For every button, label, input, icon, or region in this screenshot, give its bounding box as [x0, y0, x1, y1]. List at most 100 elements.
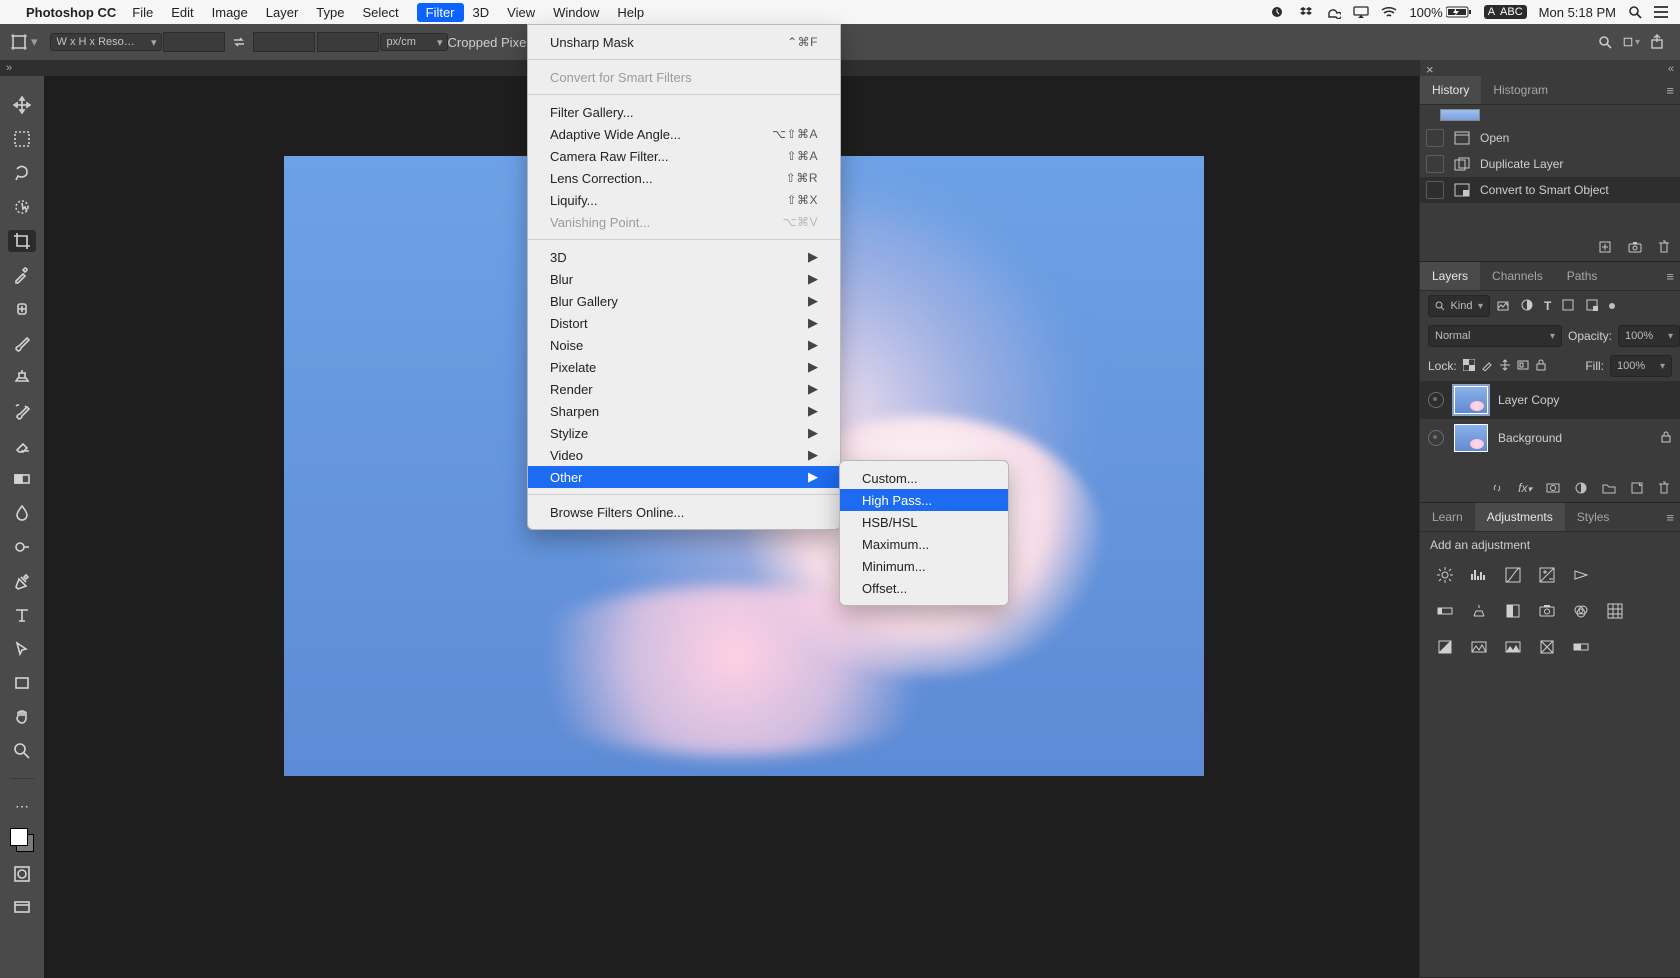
crop-resolution-field[interactable] — [317, 32, 379, 52]
layer-name[interactable]: Background — [1498, 431, 1562, 445]
menu-window[interactable]: Window — [553, 5, 599, 20]
adj-hue-icon[interactable] — [1436, 602, 1456, 622]
adj-exposure-icon[interactable] — [1538, 566, 1558, 586]
history-source-thumb[interactable] — [1440, 109, 1480, 121]
layer-visibility-icon[interactable] — [1428, 392, 1444, 408]
menu-file[interactable]: File — [132, 5, 153, 20]
history-item-open[interactable]: Open — [1420, 125, 1680, 151]
menu-edit[interactable]: Edit — [171, 5, 193, 20]
submenu-maximum[interactable]: Maximum... — [840, 533, 1008, 555]
crop-preset-dropdown[interactable]: W x H x Reso… — [50, 33, 162, 51]
filter-item-liquify[interactable]: Liquify...⇧⌘X — [528, 189, 840, 211]
fill-field[interactable]: 100%▾ — [1610, 355, 1672, 377]
layer-style-icon[interactable]: fx▾ — [1518, 481, 1532, 498]
hand-tool[interactable] — [8, 706, 36, 728]
adj-selective-color-icon[interactable] — [1538, 638, 1558, 658]
filter-item-lens-correction[interactable]: Lens Correction...⇧⌘R — [528, 167, 840, 189]
status-spotlight-icon[interactable] — [1628, 5, 1642, 19]
filter-item-stylize[interactable]: Stylize▶ — [528, 422, 840, 444]
path-select-tool[interactable] — [8, 638, 36, 660]
layers-panel-menu-icon[interactable]: ≡ — [1666, 269, 1674, 284]
healing-brush-tool[interactable] — [8, 298, 36, 320]
menu-3d[interactable]: 3D — [473, 5, 490, 20]
layer-row-background[interactable]: Background — [1420, 419, 1680, 457]
adj-gradient-map-icon[interactable] — [1572, 638, 1592, 658]
shape-tool[interactable] — [8, 672, 36, 694]
lock-position-icon[interactable] — [1499, 359, 1511, 374]
marquee-tool[interactable] — [8, 128, 36, 150]
share-icon[interactable] — [1648, 33, 1666, 51]
tab-styles[interactable]: Styles — [1565, 503, 1622, 531]
adj-threshold-icon[interactable] — [1504, 638, 1524, 658]
adj-brightness-icon[interactable] — [1436, 566, 1456, 586]
panel-menu-icon[interactable]: ≡ — [1666, 83, 1674, 98]
eyedropper-tool[interactable] — [8, 264, 36, 286]
active-tool-indicator[interactable]: ▾ — [10, 33, 38, 51]
tab-layers[interactable]: Layers — [1420, 262, 1480, 290]
panel-collapse-icon[interactable]: « — [1668, 63, 1674, 75]
filter-item-render[interactable]: Render▶ — [528, 378, 840, 400]
filter-type-icon[interactable]: T — [1544, 299, 1551, 313]
menu-help[interactable]: Help — [617, 5, 644, 20]
tab-histogram[interactable]: Histogram — [1481, 76, 1560, 104]
brush-tool[interactable] — [8, 332, 36, 354]
menu-view[interactable]: View — [507, 5, 535, 20]
filter-item-3d[interactable]: 3D▶ — [528, 246, 840, 268]
crop-tool[interactable] — [8, 230, 36, 252]
status-menu-icon[interactable] — [1654, 6, 1668, 18]
layer-name[interactable]: Layer Copy — [1498, 393, 1559, 407]
adj-curves-icon[interactable] — [1504, 566, 1524, 586]
tab-adjustments[interactable]: Adjustments — [1475, 503, 1565, 531]
new-fill-adjustment-icon[interactable] — [1574, 481, 1588, 498]
filter-item-camera-raw[interactable]: Camera Raw Filter...⇧⌘A — [528, 145, 840, 167]
layer-visibility-icon[interactable] — [1428, 430, 1444, 446]
crop-units-dropdown[interactable]: px/cm — [380, 33, 448, 51]
link-layers-icon[interactable] — [1490, 481, 1504, 498]
adjustments-panel-menu-icon[interactable]: ≡ — [1666, 510, 1674, 525]
pen-tool[interactable] — [8, 570, 36, 592]
color-swatch[interactable] — [8, 829, 36, 851]
adj-vibrance-icon[interactable] — [1572, 566, 1592, 586]
status-clock[interactable]: Mon 5:18 PM — [1539, 5, 1616, 20]
filter-item-pixelate[interactable]: Pixelate▶ — [528, 356, 840, 378]
tab-paths[interactable]: Paths — [1555, 262, 1610, 290]
layer-filter-dropdown[interactable]: Kind▾ — [1428, 295, 1490, 317]
submenu-hsb-hsl[interactable]: HSB/HSL — [840, 511, 1008, 533]
layer-thumb[interactable] — [1454, 424, 1488, 452]
opacity-field[interactable]: 100%▾ — [1618, 325, 1680, 347]
screen-mode-tool[interactable] — [8, 897, 36, 919]
blend-mode-dropdown[interactable]: Normal▾ — [1428, 325, 1562, 347]
tab-history[interactable]: History — [1420, 76, 1481, 104]
eraser-tool[interactable] — [8, 434, 36, 456]
adj-levels-icon[interactable] — [1470, 566, 1490, 586]
menu-layer[interactable]: Layer — [266, 5, 299, 20]
filter-item-adaptive-wide-angle[interactable]: Adaptive Wide Angle...⌥⇧⌘A — [528, 123, 840, 145]
filter-item-unsharp-mask[interactable]: Unsharp Mask⌃⌘F — [528, 31, 840, 53]
history-item-duplicate[interactable]: Duplicate Layer — [1420, 151, 1680, 177]
new-layer-icon[interactable] — [1630, 481, 1644, 498]
adj-photo-filter-icon[interactable] — [1538, 602, 1558, 622]
delete-state-icon[interactable] — [1658, 240, 1670, 257]
edit-toolbar-icon[interactable]: ⋯ — [8, 795, 36, 817]
status-cc-icon[interactable] — [1325, 5, 1341, 19]
filter-item-distort[interactable]: Distort▶ — [528, 312, 840, 334]
filter-item-sharpen[interactable]: Sharpen▶ — [528, 400, 840, 422]
lasso-tool[interactable] — [8, 162, 36, 184]
menu-select[interactable]: Select — [362, 5, 398, 20]
dodge-tool[interactable] — [8, 536, 36, 558]
clone-stamp-tool[interactable] — [8, 366, 36, 388]
new-group-icon[interactable] — [1602, 481, 1616, 498]
status-dnd-icon[interactable] — [1271, 6, 1287, 18]
adj-channel-mixer-icon[interactable] — [1572, 602, 1592, 622]
adj-bw-icon[interactable] — [1504, 602, 1524, 622]
quick-select-tool[interactable] — [8, 196, 36, 218]
lock-transparent-icon[interactable] — [1463, 359, 1475, 374]
status-battery[interactable]: 100% — [1409, 5, 1471, 20]
crop-height-field[interactable] — [253, 32, 315, 52]
status-dropbox-icon[interactable] — [1299, 5, 1313, 19]
swap-dimensions-icon[interactable] — [230, 33, 248, 51]
submenu-high-pass[interactable]: High Pass... — [840, 489, 1008, 511]
lock-image-icon[interactable] — [1481, 359, 1493, 374]
filter-item-browse-online[interactable]: Browse Filters Online... — [528, 501, 840, 523]
layer-thumb[interactable] — [1454, 386, 1488, 414]
